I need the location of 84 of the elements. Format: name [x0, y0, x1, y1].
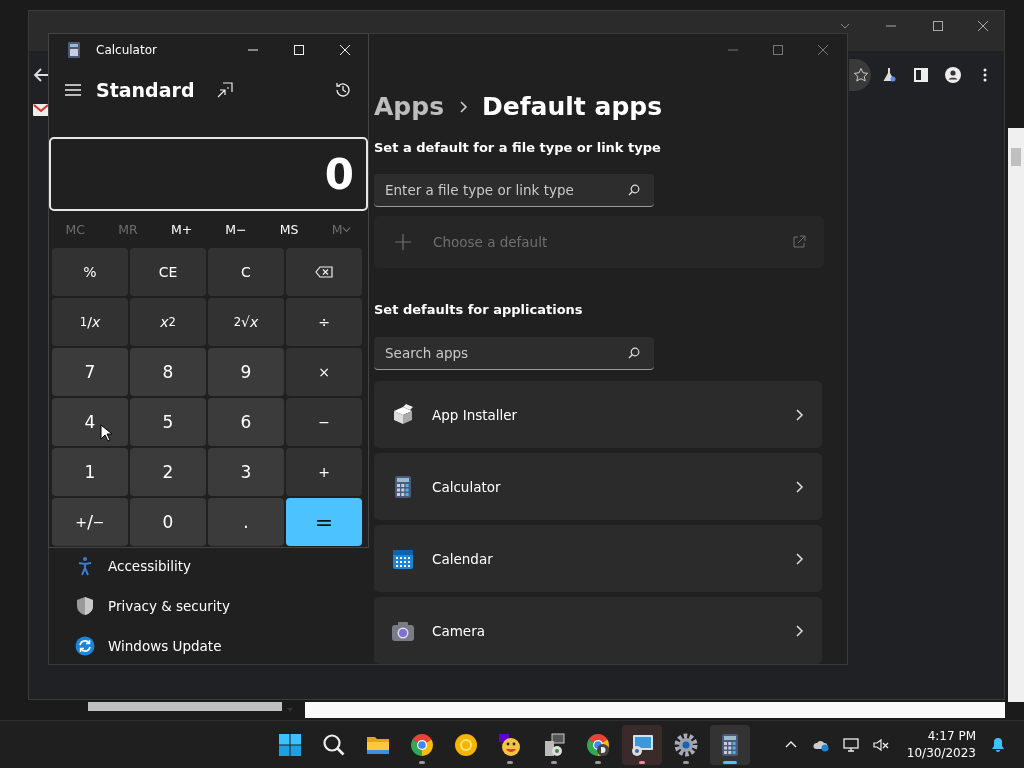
search-field[interactable]: Search apps	[374, 337, 654, 370]
monitor-icon	[630, 732, 654, 757]
section-heading: Set defaults for applications	[374, 301, 584, 319]
app-row[interactable]: Calculator	[374, 453, 822, 520]
windows-logo-icon	[278, 732, 302, 757]
backspace-button[interactable]	[286, 248, 362, 296]
close-icon[interactable]	[977, 20, 989, 32]
key-button[interactable]: %	[52, 248, 128, 296]
update-icon	[75, 636, 95, 656]
box-icon	[391, 402, 415, 427]
mouse-pointer-icon	[100, 424, 112, 442]
section-heading: Set a default for a file type or link type	[374, 139, 662, 157]
window-title: Calculator	[96, 43, 158, 57]
sidebar-item[interactable]: Windows Update	[49, 630, 374, 662]
key-button[interactable]: 9	[208, 348, 284, 396]
search-icon	[322, 732, 346, 757]
browser-icon	[454, 732, 478, 757]
bell-icon[interactable]	[990, 736, 1006, 753]
browser-icon	[410, 732, 434, 757]
smiley-icon	[498, 732, 522, 757]
settings-icon	[674, 732, 698, 757]
key-button[interactable]: 4	[52, 398, 128, 446]
history-icon[interactable]	[334, 81, 352, 99]
key-button[interactable]: 8	[130, 348, 206, 396]
address-bar[interactable]	[849, 59, 871, 91]
breadcrumb-link[interactable]: Apps	[374, 92, 445, 121]
taskbar-button[interactable]	[622, 724, 662, 765]
key-button[interactable]: 5	[130, 398, 206, 446]
search-field[interactable]: Enter a file type or link type	[374, 174, 654, 207]
key-button[interactable]: −	[286, 398, 362, 446]
external-link-icon	[792, 235, 806, 249]
key-button[interactable]: 3	[208, 448, 284, 496]
app-icon	[542, 732, 566, 757]
back-arrow-icon[interactable]	[33, 67, 49, 83]
key-button[interactable]: +	[286, 448, 362, 496]
network-icon[interactable]	[842, 736, 859, 753]
memory-button[interactable]: MS	[275, 219, 303, 239]
search-icon	[628, 184, 640, 196]
mail-icon[interactable]	[33, 104, 49, 116]
key-button[interactable]: ÷	[286, 298, 362, 346]
scrollbar-thumb[interactable]	[88, 702, 282, 711]
volume-muted-icon[interactable]	[872, 736, 889, 753]
clock[interactable]: 4:17 PM 10/30/2023	[906, 727, 976, 762]
keep-on-top-icon[interactable]	[216, 82, 233, 98]
profile-icon[interactable]	[945, 67, 961, 83]
display: 0	[49, 137, 368, 211]
key-button[interactable]: =	[286, 498, 362, 546]
app-row[interactable]: Calendar	[374, 525, 822, 592]
page-title: Default apps	[482, 92, 663, 121]
sidebar-item[interactable]: Privacy & security	[49, 590, 374, 622]
caret-icon	[342, 224, 352, 234]
plus-icon	[395, 234, 411, 250]
calculator-icon	[68, 42, 80, 58]
key-button[interactable]: 7	[52, 348, 128, 396]
sidebar-icon[interactable]	[913, 67, 929, 83]
chevron-right-icon	[458, 99, 469, 114]
mode-title: Standard	[96, 79, 195, 101]
search-icon	[628, 347, 640, 359]
flask-icon[interactable]	[881, 67, 897, 83]
maximize-icon[interactable]	[932, 20, 944, 32]
chevron-right-icon	[794, 551, 804, 566]
key-button[interactable]: 2	[130, 448, 206, 496]
key-button[interactable]: CE	[130, 248, 206, 296]
key-button[interactable]: .	[208, 498, 284, 546]
scrollbar[interactable]	[1008, 128, 1024, 702]
taskbar-button[interactable]	[710, 724, 750, 765]
sidebar-item[interactable]: Accessibility	[49, 550, 374, 582]
menu-icon[interactable]	[65, 84, 81, 96]
key-button[interactable]: 1	[52, 448, 128, 496]
key-button[interactable]: 6	[208, 398, 284, 446]
chevron-right-icon	[794, 479, 804, 494]
memory-button[interactable]: M−	[221, 219, 251, 239]
key-button[interactable]: 0	[130, 498, 206, 546]
app-row[interactable]: App Installer	[374, 381, 822, 448]
key-button[interactable]: C	[208, 248, 284, 296]
chevron-right-icon	[794, 407, 804, 422]
chevron-right-icon	[794, 623, 804, 638]
memory-button[interactable]: M+	[166, 219, 197, 239]
backspace-icon	[315, 266, 333, 278]
app-row[interactable]: Camera	[374, 597, 822, 664]
key-button[interactable]: ×	[286, 348, 362, 396]
shield-icon	[75, 596, 95, 616]
browser-icon	[586, 732, 610, 757]
star-icon[interactable]	[853, 67, 869, 83]
